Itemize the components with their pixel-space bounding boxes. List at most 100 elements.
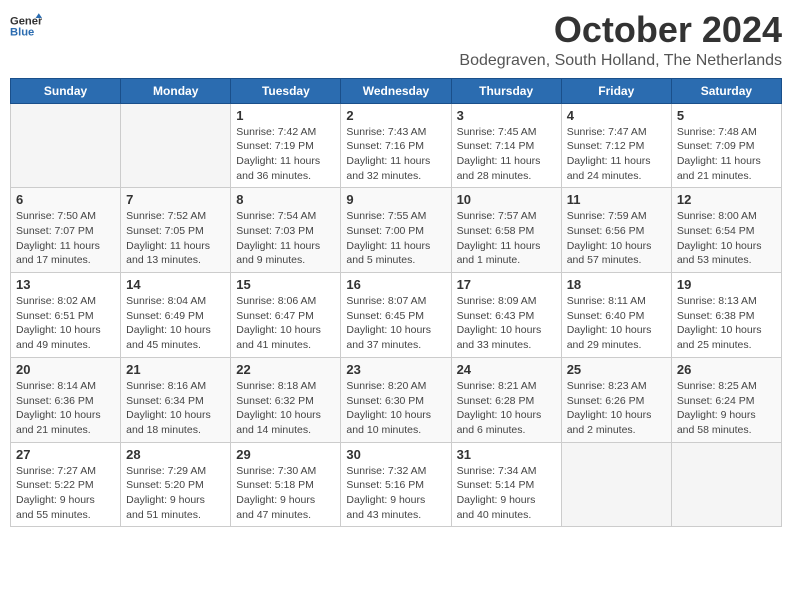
day-info: Sunrise: 7:57 AM Sunset: 6:58 PM Dayligh…	[457, 209, 556, 268]
calendar-cell	[561, 442, 671, 527]
week-row-0: 1 Sunrise: 7:42 AM Sunset: 7:19 PM Daylig…	[11, 103, 782, 188]
calendar-cell: 10 Sunrise: 7:57 AM Sunset: 6:58 PM Dayli…	[451, 188, 561, 273]
day-number: 7	[126, 192, 225, 207]
day-number: 4	[567, 108, 666, 123]
day-number: 12	[677, 192, 776, 207]
day-info: Sunrise: 7:59 AM Sunset: 6:56 PM Dayligh…	[567, 209, 666, 268]
day-info: Sunrise: 7:47 AM Sunset: 7:12 PM Dayligh…	[567, 125, 666, 184]
day-number: 22	[236, 362, 335, 377]
calendar-cell	[671, 442, 781, 527]
weekday-header-monday: Monday	[121, 78, 231, 103]
day-info: Sunrise: 8:14 AM Sunset: 6:36 PM Dayligh…	[16, 379, 115, 438]
calendar-cell: 14 Sunrise: 8:04 AM Sunset: 6:49 PM Dayli…	[121, 273, 231, 358]
day-number: 17	[457, 277, 556, 292]
day-number: 25	[567, 362, 666, 377]
day-number: 9	[346, 192, 445, 207]
week-row-4: 27Sunrise: 7:27 AM Sunset: 5:22 PM Dayli…	[11, 442, 782, 527]
day-info: Sunrise: 7:29 AM Sunset: 5:20 PM Dayligh…	[126, 464, 225, 523]
day-number: 13	[16, 277, 115, 292]
day-info: Sunrise: 8:20 AM Sunset: 6:30 PM Dayligh…	[346, 379, 445, 438]
day-info: Sunrise: 8:02 AM Sunset: 6:51 PM Dayligh…	[16, 294, 115, 353]
day-info: Sunrise: 8:09 AM Sunset: 6:43 PM Dayligh…	[457, 294, 556, 353]
day-number: 10	[457, 192, 556, 207]
day-info: Sunrise: 7:34 AM Sunset: 5:14 PM Dayligh…	[457, 464, 556, 523]
day-number: 11	[567, 192, 666, 207]
weekday-header-friday: Friday	[561, 78, 671, 103]
day-info: Sunrise: 8:23 AM Sunset: 6:26 PM Dayligh…	[567, 379, 666, 438]
calendar-cell: 27Sunrise: 7:27 AM Sunset: 5:22 PM Dayli…	[11, 442, 121, 527]
weekday-header-tuesday: Tuesday	[231, 78, 341, 103]
calendar-cell	[11, 103, 121, 188]
day-info: Sunrise: 7:54 AM Sunset: 7:03 PM Dayligh…	[236, 209, 335, 268]
day-number: 19	[677, 277, 776, 292]
day-number: 30	[346, 447, 445, 462]
header: General Blue October 2024 Bodegraven, So…	[10, 10, 782, 70]
day-info: Sunrise: 7:55 AM Sunset: 7:00 PM Dayligh…	[346, 209, 445, 268]
day-number: 20	[16, 362, 115, 377]
day-info: Sunrise: 7:48 AM Sunset: 7:09 PM Dayligh…	[677, 125, 776, 184]
week-row-1: 6 Sunrise: 7:50 AM Sunset: 7:07 PM Daylig…	[11, 188, 782, 273]
calendar-cell: 1 Sunrise: 7:42 AM Sunset: 7:19 PM Daylig…	[231, 103, 341, 188]
svg-text:Blue: Blue	[10, 27, 34, 39]
day-number: 8	[236, 192, 335, 207]
day-info: Sunrise: 7:52 AM Sunset: 7:05 PM Dayligh…	[126, 209, 225, 268]
day-number: 15	[236, 277, 335, 292]
calendar-cell: 21 Sunrise: 8:16 AM Sunset: 6:34 PM Dayli…	[121, 357, 231, 442]
calendar-cell: 23 Sunrise: 8:20 AM Sunset: 6:30 PM Dayli…	[341, 357, 451, 442]
week-row-2: 13 Sunrise: 8:02 AM Sunset: 6:51 PM Dayli…	[11, 273, 782, 358]
day-number: 21	[126, 362, 225, 377]
calendar-cell: 9 Sunrise: 7:55 AM Sunset: 7:00 PM Daylig…	[341, 188, 451, 273]
location-title: Bodegraven, South Holland, The Netherlan…	[459, 52, 782, 70]
day-info: Sunrise: 8:06 AM Sunset: 6:47 PM Dayligh…	[236, 294, 335, 353]
calendar-cell: 5Sunrise: 7:48 AM Sunset: 7:09 PM Daylig…	[671, 103, 781, 188]
day-number: 24	[457, 362, 556, 377]
day-number: 14	[126, 277, 225, 292]
day-number: 18	[567, 277, 666, 292]
weekday-header-sunday: Sunday	[11, 78, 121, 103]
weekday-header-wednesday: Wednesday	[341, 78, 451, 103]
logo-icon: General Blue	[10, 10, 42, 42]
logo: General Blue	[10, 10, 56, 42]
calendar-cell: 18Sunrise: 8:11 AM Sunset: 6:40 PM Dayli…	[561, 273, 671, 358]
day-number: 16	[346, 277, 445, 292]
calendar-cell: 13 Sunrise: 8:02 AM Sunset: 6:51 PM Dayli…	[11, 273, 121, 358]
day-number: 31	[457, 447, 556, 462]
month-title: October 2024	[459, 10, 782, 50]
weekday-header-row: SundayMondayTuesdayWednesdayThursdayFrid…	[11, 78, 782, 103]
day-info: Sunrise: 8:00 AM Sunset: 6:54 PM Dayligh…	[677, 209, 776, 268]
day-number: 28	[126, 447, 225, 462]
day-info: Sunrise: 7:43 AM Sunset: 7:16 PM Dayligh…	[346, 125, 445, 184]
day-info: Sunrise: 8:21 AM Sunset: 6:28 PM Dayligh…	[457, 379, 556, 438]
week-row-3: 20 Sunrise: 8:14 AM Sunset: 6:36 PM Dayli…	[11, 357, 782, 442]
day-info: Sunrise: 7:50 AM Sunset: 7:07 PM Dayligh…	[16, 209, 115, 268]
calendar-cell: 2Sunrise: 7:43 AM Sunset: 7:16 PM Daylig…	[341, 103, 451, 188]
calendar-cell: 12 Sunrise: 8:00 AM Sunset: 6:54 PM Dayli…	[671, 188, 781, 273]
calendar-cell: 11 Sunrise: 7:59 AM Sunset: 6:56 PM Dayli…	[561, 188, 671, 273]
weekday-header-thursday: Thursday	[451, 78, 561, 103]
day-number: 26	[677, 362, 776, 377]
day-number: 23	[346, 362, 445, 377]
day-info: Sunrise: 8:25 AM Sunset: 6:24 PM Dayligh…	[677, 379, 776, 438]
day-number: 6	[16, 192, 115, 207]
day-info: Sunrise: 8:16 AM Sunset: 6:34 PM Dayligh…	[126, 379, 225, 438]
day-number: 27	[16, 447, 115, 462]
day-number: 29	[236, 447, 335, 462]
day-number: 1	[236, 108, 335, 123]
calendar-cell: 24 Sunrise: 8:21 AM Sunset: 6:28 PM Dayli…	[451, 357, 561, 442]
weekday-header-saturday: Saturday	[671, 78, 781, 103]
day-number: 3	[457, 108, 556, 123]
calendar-cell: 28 Sunrise: 7:29 AM Sunset: 5:20 PM Dayli…	[121, 442, 231, 527]
calendar-cell: 26 Sunrise: 8:25 AM Sunset: 6:24 PM Dayli…	[671, 357, 781, 442]
calendar-cell: 20 Sunrise: 8:14 AM Sunset: 6:36 PM Dayli…	[11, 357, 121, 442]
calendar-cell: 19 Sunrise: 8:13 AM Sunset: 6:38 PM Dayli…	[671, 273, 781, 358]
calendar-cell: 6 Sunrise: 7:50 AM Sunset: 7:07 PM Daylig…	[11, 188, 121, 273]
day-info: Sunrise: 8:13 AM Sunset: 6:38 PM Dayligh…	[677, 294, 776, 353]
calendar-cell: 7 Sunrise: 7:52 AM Sunset: 7:05 PM Daylig…	[121, 188, 231, 273]
day-info: Sunrise: 7:42 AM Sunset: 7:19 PM Dayligh…	[236, 125, 335, 184]
day-info: Sunrise: 8:04 AM Sunset: 6:49 PM Dayligh…	[126, 294, 225, 353]
calendar-cell	[121, 103, 231, 188]
calendar-cell: 4 Sunrise: 7:47 AM Sunset: 7:12 PM Daylig…	[561, 103, 671, 188]
calendar-cell: 29Sunrise: 7:30 AM Sunset: 5:18 PM Dayli…	[231, 442, 341, 527]
day-info: Sunrise: 7:32 AM Sunset: 5:16 PM Dayligh…	[346, 464, 445, 523]
day-info: Sunrise: 7:45 AM Sunset: 7:14 PM Dayligh…	[457, 125, 556, 184]
